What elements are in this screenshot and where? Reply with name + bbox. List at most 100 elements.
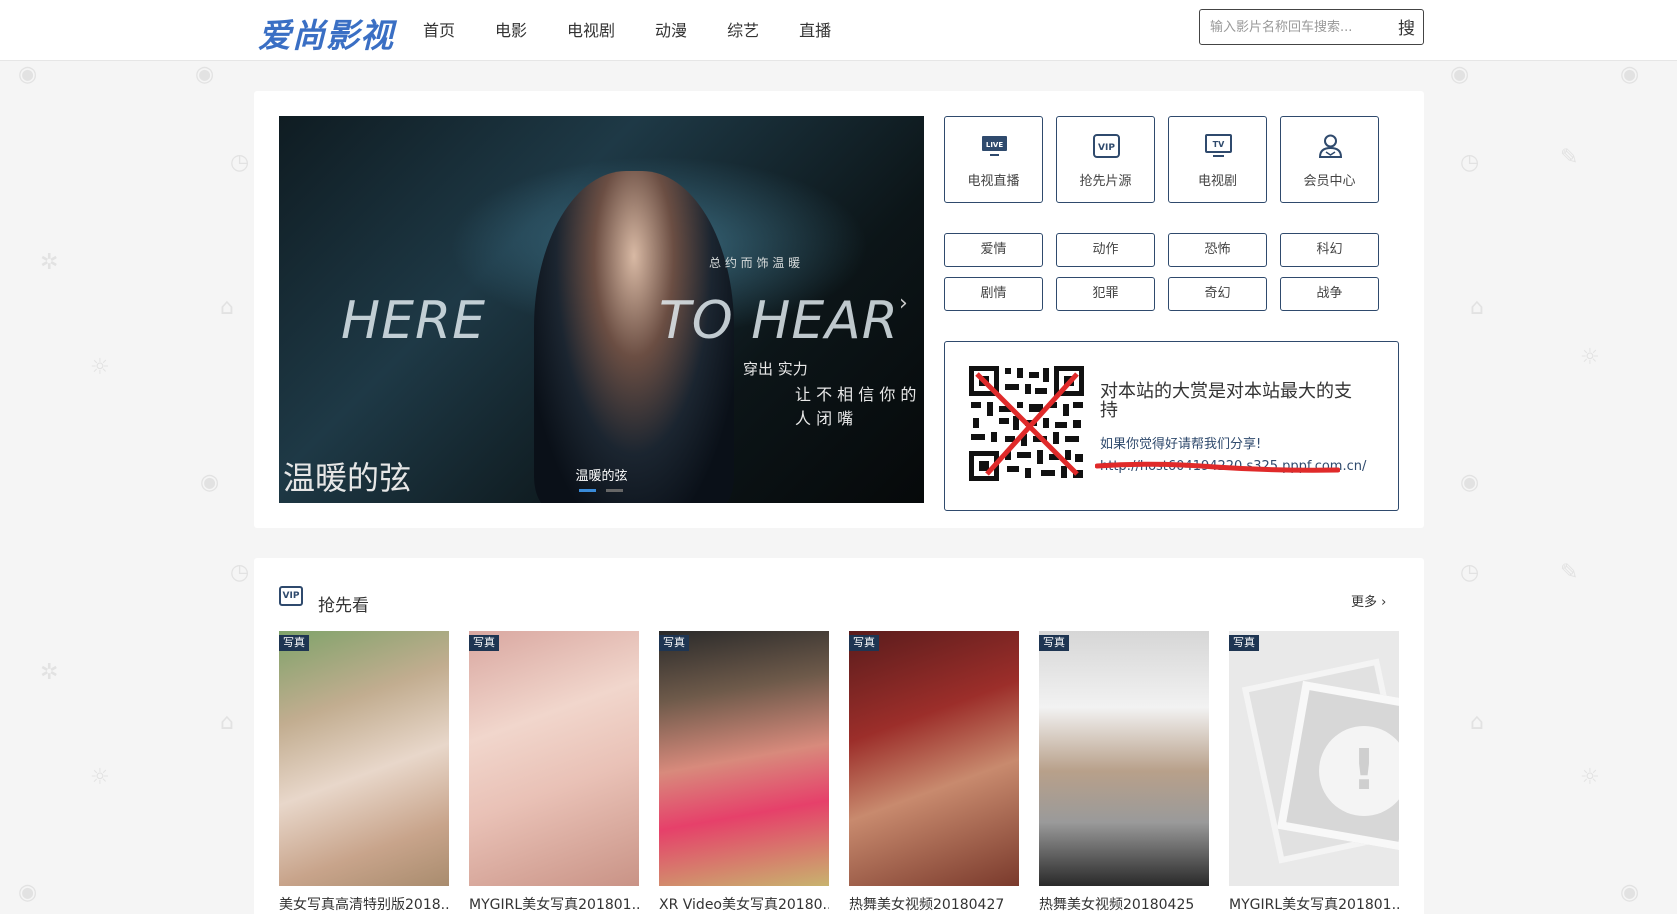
banner-line-b: 让 不 相 信 你 的 人 闭 嘴 bbox=[795, 385, 917, 428]
hero-banner[interactable]: HERE TO HEAR 总 约 而 饰 温 暖 穿出 实力 让 不 相 信 你… bbox=[279, 116, 924, 503]
category-badge: 写真 bbox=[279, 635, 309, 651]
broken-image-icon: ! bbox=[1319, 726, 1399, 816]
video-card[interactable]: 写真 XR Video美女写真20180... bbox=[659, 631, 829, 914]
svg-text:VIP: VIP bbox=[1098, 143, 1115, 153]
site-logo[interactable]: 爱尚影视 bbox=[258, 9, 394, 57]
live-tv-icon: LIVE bbox=[982, 136, 1007, 156]
redaction-strike bbox=[1095, 461, 1340, 473]
quick-link-vip[interactable]: VIP 抢先片源 bbox=[1056, 116, 1155, 203]
featured-panel: HERE TO HEAR 总 约 而 饰 温 暖 穿出 实力 让 不 相 信 你… bbox=[254, 91, 1424, 528]
video-thumbnail[interactable]: 写真 bbox=[279, 631, 449, 886]
svg-text:LIVE: LIVE bbox=[986, 141, 1003, 149]
video-thumbnail[interactable]: 写真 bbox=[849, 631, 1019, 886]
clock-icon: ◷ bbox=[1460, 150, 1480, 175]
video-thumbnail[interactable]: 写真 bbox=[659, 631, 829, 886]
tag-drama[interactable]: 剧情 bbox=[944, 277, 1043, 311]
quick-link-label: 抢先片源 bbox=[1079, 174, 1132, 189]
home-icon: ⌂ bbox=[220, 710, 234, 735]
carousel-dot-active[interactable] bbox=[579, 489, 596, 492]
category-badge: 写真 bbox=[469, 635, 499, 651]
sun-icon: ☼ bbox=[1580, 345, 1600, 370]
banner-line-top: 总 约 而 饰 温 暖 bbox=[709, 256, 801, 270]
sun-icon: ☼ bbox=[90, 355, 110, 380]
carousel-next-icon[interactable]: › bbox=[899, 291, 908, 316]
section-title: 抢先看 bbox=[318, 596, 369, 616]
clock-icon: ◷ bbox=[230, 560, 250, 585]
eye-icon: ◉ bbox=[18, 880, 38, 905]
eye-icon: ◉ bbox=[1450, 62, 1470, 87]
quick-link-label: 电视直播 bbox=[967, 174, 1020, 189]
nav-item-anime[interactable]: 动漫 bbox=[655, 18, 687, 44]
clock-icon: ◷ bbox=[230, 150, 250, 175]
svg-text:TV: TV bbox=[1213, 140, 1225, 149]
tag-action[interactable]: 动作 bbox=[1056, 233, 1155, 267]
video-title[interactable]: 美女写真高清特别版2018... bbox=[279, 894, 449, 914]
quick-link-label: 电视剧 bbox=[1197, 174, 1237, 189]
eye-icon: ◉ bbox=[1620, 62, 1640, 87]
quick-link-live-tv[interactable]: LIVE 电视直播 bbox=[944, 116, 1043, 203]
video-card[interactable]: 写真 MYGIRL美女写真201801... bbox=[469, 631, 639, 914]
category-badge: 写真 bbox=[849, 635, 879, 651]
video-card[interactable]: 写真 热舞美女视频20180425 bbox=[1039, 631, 1209, 914]
video-thumbnail[interactable]: 写真 bbox=[469, 631, 639, 886]
more-link[interactable]: 更多 › bbox=[1351, 591, 1386, 610]
eye-icon: ◉ bbox=[1620, 880, 1640, 905]
banner-line-a: 穿出 实力 bbox=[743, 360, 808, 378]
search-button[interactable]: 搜 bbox=[1398, 14, 1415, 39]
clock-icon: ◷ bbox=[1460, 560, 1480, 585]
video-title[interactable]: 热舞美女视频20180427 bbox=[849, 894, 1019, 914]
video-title[interactable]: 热舞美女视频20180425 bbox=[1039, 894, 1209, 914]
sun-icon: ☼ bbox=[90, 765, 110, 790]
search-box: 搜 bbox=[1199, 9, 1424, 45]
tag-romance[interactable]: 爱情 bbox=[944, 233, 1043, 267]
snow-icon: ✲ bbox=[40, 250, 59, 275]
main-nav: 首页 电影 电视剧 动漫 综艺 直播 bbox=[423, 18, 871, 44]
carousel-indicators bbox=[579, 489, 623, 492]
tag-horror[interactable]: 恐怖 bbox=[1168, 233, 1267, 267]
nav-item-live[interactable]: 直播 bbox=[799, 18, 831, 44]
category-badge: 写真 bbox=[1229, 635, 1259, 651]
quick-link-member-center[interactable]: 会员中心 bbox=[1280, 116, 1379, 203]
top-navigation-bar: 爱尚影视 首页 电影 电视剧 动漫 综艺 直播 搜 bbox=[0, 0, 1677, 61]
eye-icon: ◉ bbox=[200, 470, 220, 495]
video-title[interactable]: MYGIRL美女写真201801... bbox=[469, 894, 639, 914]
search-input[interactable] bbox=[1210, 16, 1380, 38]
leaf-icon: ✎ bbox=[1560, 145, 1579, 170]
video-card[interactable]: 写真 热舞美女视频20180427 bbox=[849, 631, 1019, 914]
vip-icon: VIP bbox=[279, 586, 303, 606]
user-icon bbox=[1318, 134, 1343, 158]
leaf-icon: ✎ bbox=[1560, 560, 1579, 585]
carousel-dot[interactable] bbox=[606, 489, 623, 492]
home-icon: ⌂ bbox=[1470, 710, 1484, 735]
tag-war[interactable]: 战争 bbox=[1280, 277, 1379, 311]
banner-text-left: HERE bbox=[341, 291, 486, 351]
video-thumbnail[interactable]: ! 写真 bbox=[1229, 631, 1399, 886]
video-card[interactable]: ! 写真 MYGIRL美女写真201801... bbox=[1229, 631, 1399, 914]
video-title[interactable]: XR Video美女写真20180... bbox=[659, 894, 829, 914]
share-subtitle: 如果你觉得好请帮我们分享! bbox=[1100, 437, 1262, 452]
nav-item-tv-series[interactable]: 电视剧 bbox=[567, 18, 615, 44]
home-icon: ⌂ bbox=[1470, 295, 1484, 320]
eye-icon: ◉ bbox=[1460, 470, 1480, 495]
vip-icon: VIP bbox=[1093, 134, 1120, 158]
preview-section: VIP 抢先看 更多 › 写真 美女写真高清特别版2018... 写真 MYGI… bbox=[254, 558, 1424, 914]
nav-item-home[interactable]: 首页 bbox=[423, 18, 455, 44]
nav-item-variety[interactable]: 综艺 bbox=[727, 18, 759, 44]
quick-link-label: 会员中心 bbox=[1303, 174, 1356, 189]
tag-crime[interactable]: 犯罪 bbox=[1056, 277, 1155, 311]
video-thumbnail[interactable]: 写真 bbox=[1039, 631, 1209, 886]
tag-scifi[interactable]: 科幻 bbox=[1280, 233, 1379, 267]
tv-icon: TV bbox=[1205, 134, 1232, 157]
share-title: 对本站的大赏是对本站最大的支持 bbox=[1100, 381, 1352, 421]
tag-fantasy[interactable]: 奇幻 bbox=[1168, 277, 1267, 311]
share-box: 对本站的大赏是对本站最大的支持 如果你觉得好请帮我们分享! http://hos… bbox=[944, 341, 1399, 511]
quick-link-tv-series[interactable]: TV 电视剧 bbox=[1168, 116, 1267, 203]
home-icon: ⌂ bbox=[220, 295, 234, 320]
snow-icon: ✲ bbox=[40, 660, 59, 685]
video-title[interactable]: MYGIRL美女写真201801... bbox=[1229, 894, 1399, 914]
banner-text-right: TO HEAR bbox=[659, 291, 899, 351]
nav-item-movies[interactable]: 电影 bbox=[495, 18, 527, 44]
video-card[interactable]: 写真 美女写真高清特别版2018... bbox=[279, 631, 449, 914]
sun-icon: ☼ bbox=[1580, 765, 1600, 790]
qr-code bbox=[969, 366, 1084, 481]
